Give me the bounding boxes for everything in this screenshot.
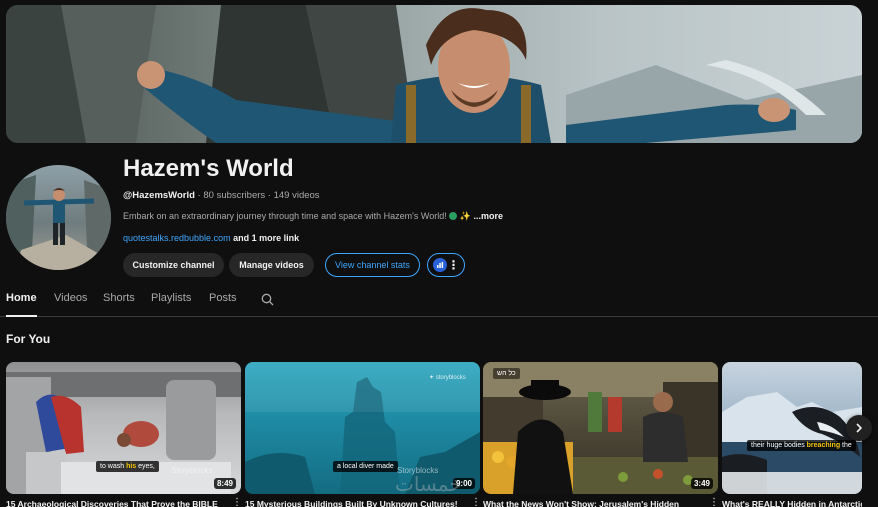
chevron-right-icon [856,423,863,433]
more-links-button[interactable]: and 1 more link [233,233,299,243]
channel-title: Hazem's World [123,155,294,182]
stats-menu-button[interactable]: ⋮ [427,253,465,277]
stats-icon [432,258,447,272]
video-caption: to wash his eyes, [96,461,159,472]
video-title[interactable]: What the News Won't Show: Jerusalem's Hi… [483,499,703,507]
subscriber-count: 80 subscribers [203,190,266,201]
video-thumbnail[interactable]: כל הש 3:49 [483,362,718,494]
more-vert-icon[interactable]: ⋮ [471,497,481,507]
banner-artwork [6,5,862,143]
channel-meta: @HazemsWorld · 80 subscribers · 149 vide… [123,190,320,201]
video-count: 149 videos [273,190,320,201]
more-vert-icon[interactable]: ⋮ [709,497,719,507]
section-title: For You [6,332,51,346]
tab-posts[interactable]: Posts [209,292,237,304]
caption-text: their huge bodies [751,442,807,449]
video-caption: their huge bodies breaching the [747,440,856,451]
channel-description[interactable]: Embark on an extraordinary journey throu… [123,211,503,222]
video-thumbnail[interactable]: their huge bodies breaching the [722,362,862,494]
video-thumbnail[interactable]: to wash his eyes, Storyblocks 8:49 [6,362,241,494]
video-title[interactable]: What's REALLY Hidden in Antarctica [722,499,862,507]
thumbnail-artwork [722,392,862,494]
caption-text: the [840,442,852,449]
caption-text: eyes, [136,463,155,470]
more-vert-icon[interactable]: ⋮ [232,497,242,507]
active-tab-indicator [6,315,37,317]
shop-sign: כל הש [493,368,520,379]
video-title[interactable]: 15 Mysterious Buildings Built By Unknown… [245,499,463,507]
watermark: Storyblocks [171,466,213,475]
description-more-link[interactable]: ...more [473,211,503,221]
manage-videos-button[interactable]: Manage videos [229,253,314,277]
tab-shorts[interactable]: Shorts [103,292,135,304]
caption-highlight: breaching [806,442,841,449]
more-vert-icon: ⋮ [447,258,460,272]
tab-home[interactable]: Home [6,292,37,304]
view-channel-stats-button[interactable]: View channel stats [325,253,420,277]
channel-handle: @HazemsWorld [123,190,195,201]
caption-text: to wash [100,463,127,470]
thumbnail-artwork [483,362,718,494]
description-text: Embark on an extraordinary journey throu… [123,211,447,221]
channel-avatar[interactable] [6,165,111,270]
meta-separator: · [197,190,201,201]
tab-playlists[interactable]: Playlists [151,292,191,304]
globe-icon [449,212,458,220]
search-icon[interactable] [261,293,274,311]
channel-tabs: Home Videos Shorts Playlists Posts [0,290,878,317]
tab-videos[interactable]: Videos [54,292,87,304]
avatar-artwork [6,175,111,270]
overlay-watermark: خمسات [395,472,462,496]
meta-separator: · [267,190,271,201]
video-title[interactable]: 15 Archaeological Discoveries That Prove… [6,499,224,507]
channel-banner [6,5,862,143]
customize-channel-button[interactable]: Customize channel [123,253,224,277]
channel-links: quotestalks.redbubble.com and 1 more lin… [123,233,299,243]
channel-link[interactable]: quotestalks.redbubble.com [123,233,231,243]
caption-highlight: his [126,463,137,470]
sparkles-icon: ✨ [459,211,471,221]
video-duration: 8:49 [213,478,236,489]
carousel-next-button[interactable] [846,415,872,441]
corner-tag: ✦ storyblocks [429,375,466,381]
video-caption: a local diver made [333,461,398,472]
video-duration: 3:49 [690,478,713,489]
